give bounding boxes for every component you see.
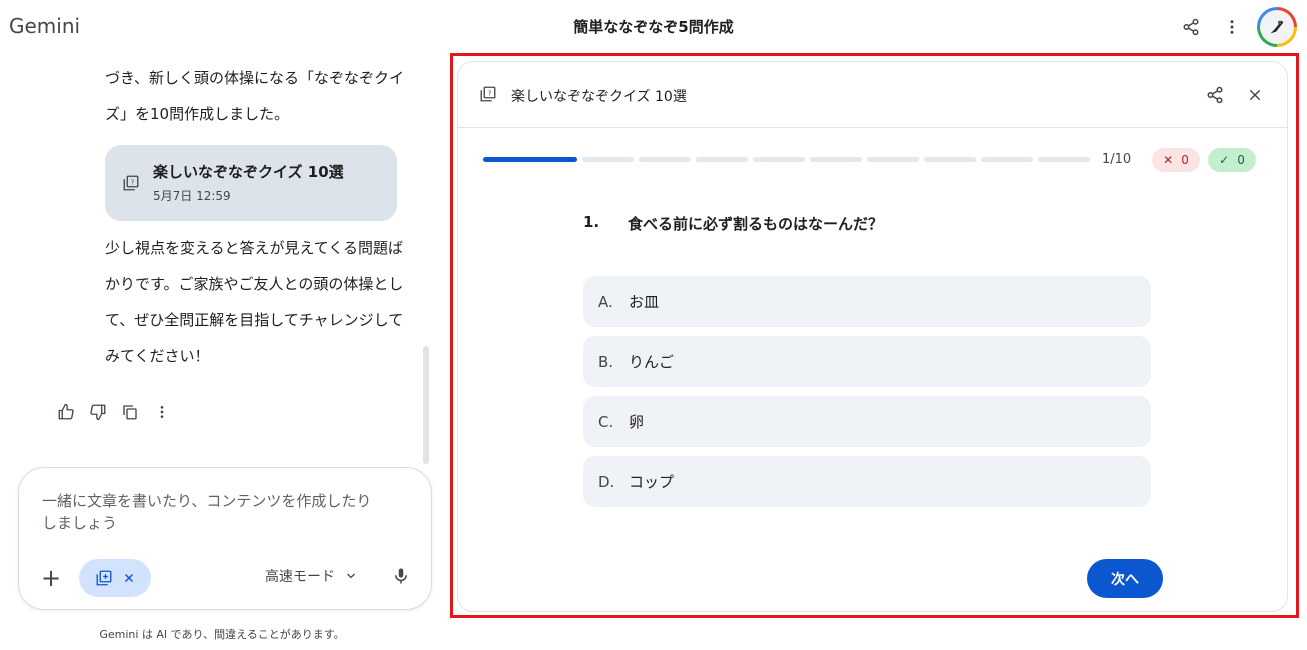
check-icon: ✓ — [1219, 153, 1230, 167]
add-icon[interactable]: + — [39, 564, 63, 592]
chevron-down-icon — [347, 573, 355, 579]
quiz-title: 楽しいなぞなぞクイズ 10選 — [511, 89, 687, 105]
option-letter: D. — [598, 472, 615, 491]
more-vert-icon[interactable] — [151, 401, 173, 423]
avatar[interactable] — [1257, 7, 1297, 47]
close-icon[interactable] — [123, 572, 135, 584]
canvas-tool-icon — [96, 570, 112, 586]
answer-options: A. お皿 B. りんご C. 卵 D. コップ — [583, 276, 1151, 516]
svg-text:?: ? — [131, 179, 135, 187]
wrong-count-badge: ✕ 0 — [1152, 148, 1200, 172]
canvas-tool-chip[interactable] — [79, 559, 151, 597]
assistant-message-text: づき、新しく頭の体操になる「なぞなぞクイズ」を10問作成しました。 — [105, 69, 404, 123]
correct-count-badge: ✓ 0 — [1208, 148, 1256, 172]
share-icon[interactable] — [1203, 83, 1227, 107]
chip-title: 楽しいなぞなぞクイズ 10選 — [153, 163, 344, 181]
option-text: お皿 — [629, 293, 660, 311]
quiz-progress-bar — [483, 157, 1090, 162]
answer-option-c[interactable]: C. 卵 — [583, 396, 1151, 447]
question-text: 食べる前に必ず割るものはなーんだ？ — [628, 215, 884, 233]
mode-selector[interactable]: 高速モード — [265, 566, 357, 586]
answer-option-a[interactable]: A. お皿 — [583, 276, 1151, 327]
progress-segment — [1037, 157, 1090, 162]
thumbs-up-icon[interactable] — [55, 401, 77, 423]
progress-segment — [923, 157, 976, 162]
progress-segment — [866, 157, 919, 162]
conversation-title: 簡単ななぞなぞ5問作成 — [573, 18, 734, 36]
message-actions — [55, 401, 173, 423]
quiz-icon: ? — [479, 85, 497, 107]
quiz-artifact-chip[interactable]: ? 楽しいなぞなぞクイズ 10選 5月7日 12:59 — [105, 145, 397, 221]
option-letter: A. — [598, 292, 613, 311]
option-letter: B. — [598, 352, 614, 371]
quiz-icon: ? — [122, 174, 140, 196]
answer-option-d[interactable]: D. コップ — [583, 456, 1151, 507]
next-button[interactable]: 次へ — [1087, 559, 1163, 598]
share-icon[interactable] — [1179, 15, 1203, 39]
close-icon[interactable] — [1243, 83, 1267, 107]
quiz-panel: ? 楽しいなぞなぞクイズ 10選 1/10 ✕ 0 ✓ 0 1. 食べる前に必ず… — [457, 61, 1288, 612]
avatar-pen-icon — [1260, 10, 1294, 44]
thumbs-down-icon[interactable] — [87, 401, 109, 423]
option-text: コップ — [629, 473, 675, 491]
prompt-composer: 一緒に文章を書いたり、コンテンツを作成したりしましょう + 高速モード — [18, 467, 432, 610]
chat-scrollbar[interactable] — [423, 346, 429, 464]
answer-option-b[interactable]: B. りんご — [583, 336, 1151, 387]
assistant-message-text: 少し視点を変えると答えが見えてくる問題ばかりです。ご家族やご友人との頭の体操とし… — [105, 239, 404, 365]
quiz-header: ? 楽しいなぞなぞクイズ 10選 — [458, 62, 1287, 128]
more-vert-icon[interactable] — [1220, 15, 1244, 39]
question-counter: 1/10 — [1102, 152, 1132, 167]
question: 1. 食べる前に必ず割るものはなーんだ？ — [583, 213, 883, 234]
top-bar: Gemini 簡単ななぞなぞ5問作成 — [0, 0, 1307, 54]
close-icon: ✕ — [1163, 153, 1174, 167]
progress-segment — [581, 157, 634, 162]
microphone-icon[interactable] — [389, 564, 413, 588]
svg-text:?: ? — [488, 90, 492, 98]
mode-label: 高速モード — [265, 569, 335, 585]
wrong-count: 0 — [1181, 153, 1189, 167]
chip-date: 5月7日 12:59 — [153, 189, 231, 203]
progress-segment — [809, 157, 862, 162]
disclaimer-text: Gemini は AI であり、間違えることがあります。 — [99, 628, 345, 641]
progress-segment — [752, 157, 805, 162]
option-text: 卵 — [629, 413, 645, 431]
option-text: りんご — [629, 353, 675, 371]
copy-icon[interactable] — [119, 401, 141, 423]
option-letter: C. — [598, 412, 614, 431]
progress-segment — [483, 157, 577, 162]
question-number: 1. — [583, 213, 600, 231]
progress-segment — [980, 157, 1033, 162]
progress-segment — [695, 157, 748, 162]
correct-count: 0 — [1237, 153, 1245, 167]
progress-segment — [638, 157, 691, 162]
prompt-input[interactable]: 一緒に文章を書いたり、コンテンツを作成したりしましょう — [42, 490, 372, 534]
